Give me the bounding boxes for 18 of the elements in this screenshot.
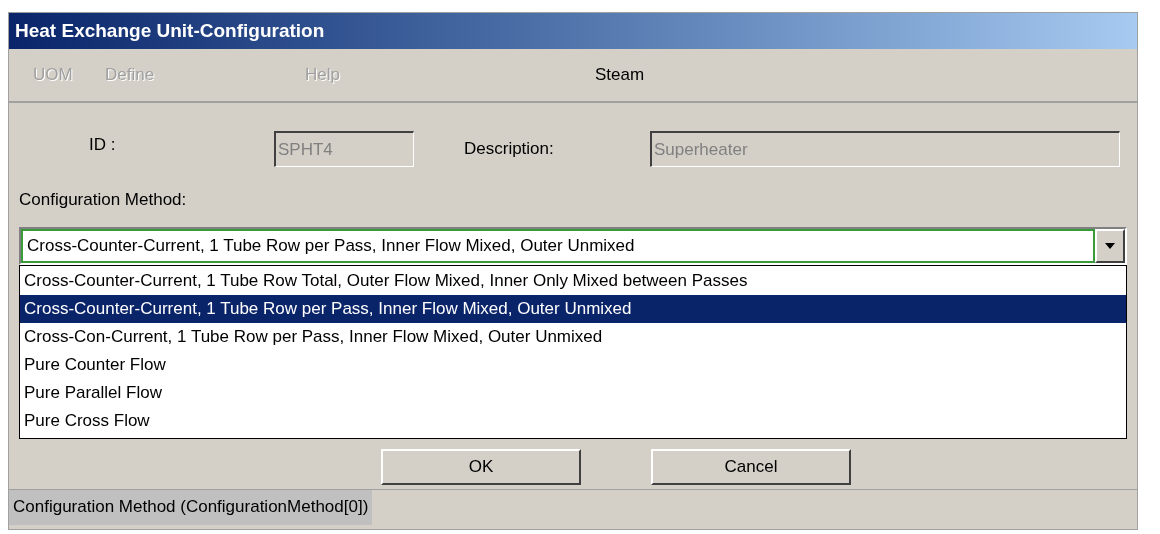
list-option[interactable]: Pure Parallel Flow: [20, 378, 1126, 407]
selected-value: Cross-Counter-Current, 1 Tube Row per Pass, Inner Flow Mixed, Outer Unmixed: [27, 234, 635, 257]
dialog-button[interactable]: OK: [381, 448, 581, 485]
list-option[interactable]: Pure Cross Flow: [20, 406, 1126, 435]
list-option[interactable]: Cross-Con-Current, 1 Tube Row per Pass, Inner Flow Mixed, Outer Unmixed: [20, 322, 1126, 351]
field-label: Configuration Method:: [19, 189, 188, 211]
list-option[interactable]: Cross-Counter-Current, 1 Tube Row Total, Outer Flow Mixed, Inner Only Mixed between Passes: [20, 266, 1126, 295]
dropdown-button[interactable]: [1095, 228, 1125, 263]
list-option[interactable]: Pure Counter Flow: [20, 350, 1126, 379]
dropdown-field[interactable]: Cross-Counter-Current, 1 Tube Row per Pass, Inner Flow Mixed, Outer Unmixed: [21, 228, 1095, 263]
status-text: Configuration Method (ConfigurationMethod[0]): [9, 489, 373, 525]
window-title: Heat Exchange Unit-Configuration: [15, 18, 325, 43]
caret-icon: [1104, 241, 1116, 250]
list-option[interactable]: Cross-Counter-Current, 1 Tube Row per Pass, Inner Flow Mixed, Outer Unmixed: [20, 294, 1126, 323]
field-label: ID :: [89, 134, 117, 157]
dialog-button[interactable]: Cancel: [651, 448, 851, 485]
field-label: Description:: [464, 138, 555, 161]
menu-item[interactable]: Steam: [595, 65, 645, 85]
